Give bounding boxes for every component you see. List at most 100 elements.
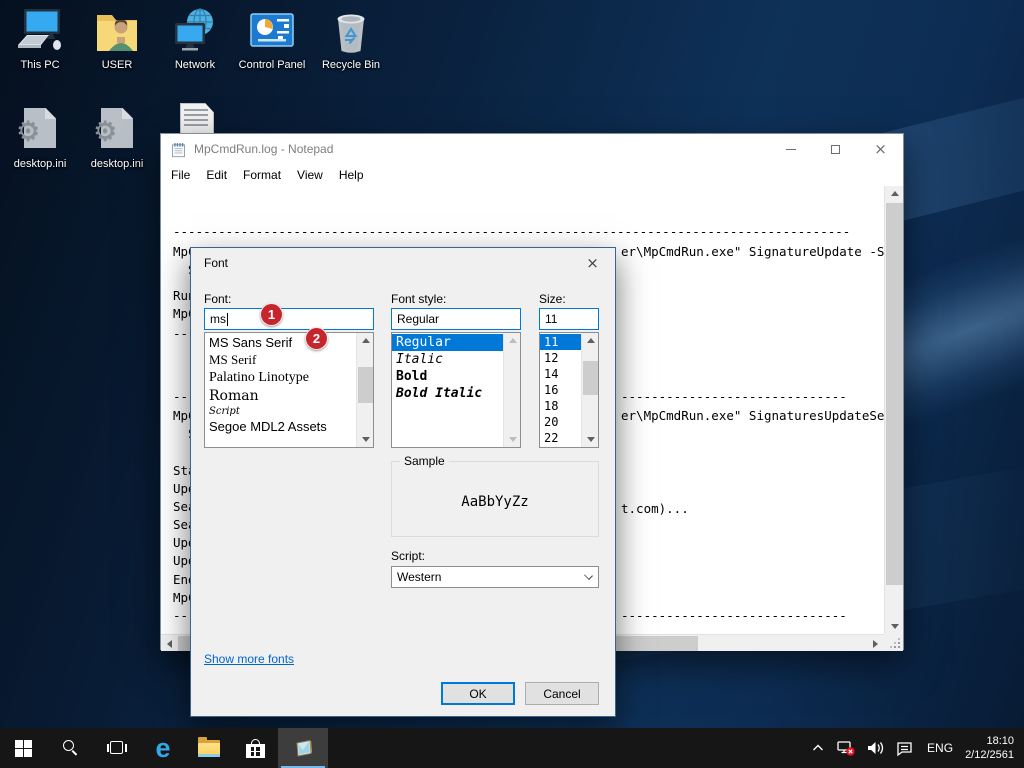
task-view-icon [107, 741, 127, 755]
close-button[interactable]: × [858, 134, 903, 164]
scroll-left-icon[interactable] [161, 636, 178, 651]
font-size-input[interactable]: 11 [539, 308, 599, 330]
search-icon [63, 740, 79, 756]
font-option[interactable]: MS Serif [205, 351, 356, 369]
cancel-button[interactable]: Cancel [525, 682, 599, 705]
store-icon [246, 739, 265, 758]
font-size-option[interactable]: 18 [540, 398, 581, 414]
notepad-titlebar[interactable]: MpCmdRun.log - Notepad × [161, 134, 903, 164]
font-style-list[interactable]: RegularItalicBoldBold Italic [391, 332, 521, 448]
edge-icon: e [155, 735, 170, 762]
menu-file[interactable]: File [163, 165, 198, 185]
text-caret [227, 313, 228, 326]
scrollbar-thumb[interactable] [358, 367, 373, 403]
dialog-close-button[interactable]: × [570, 248, 615, 277]
vertical-scrollbar-thumb[interactable] [886, 203, 903, 585]
size-label: Size: [539, 292, 566, 306]
desktop-icon-this-pc[interactable]: This PC [1, 7, 79, 72]
desktop-icon-label: desktop.ini [1, 158, 79, 171]
font-option[interactable]: MS Sans Serif [205, 334, 356, 351]
maximize-button[interactable] [813, 134, 858, 164]
menu-view[interactable]: View [289, 165, 331, 185]
search-button[interactable] [48, 728, 94, 768]
font-option[interactable]: Roman [205, 387, 356, 405]
task-view-button[interactable] [94, 728, 140, 768]
size-list-scrollbar[interactable] [581, 333, 598, 447]
menu-edit[interactable]: Edit [198, 165, 235, 185]
scroll-up-icon[interactable] [357, 333, 374, 348]
scroll-down-icon [504, 432, 521, 447]
font-dialog-titlebar[interactable]: Font × [191, 248, 615, 278]
scroll-up-icon[interactable] [886, 186, 903, 201]
clock[interactable]: 18:10 2/12/2561 [961, 734, 1024, 762]
scroll-up-icon[interactable] [582, 333, 599, 348]
file-explorer-button[interactable] [186, 728, 232, 768]
font-style-label: Font style: [391, 292, 446, 306]
font-style-option[interactable]: Regular [392, 334, 503, 351]
font-name-input[interactable]: ms [204, 308, 374, 330]
font-size-option[interactable]: 22 [540, 430, 581, 446]
script-dropdown[interactable]: Western [391, 566, 599, 588]
notepad-text-line: ----------------------------------------… [173, 224, 850, 239]
minimize-button[interactable] [768, 134, 813, 164]
scroll-down-icon[interactable] [582, 432, 599, 447]
desktop-icon-label: desktop.ini [78, 158, 156, 171]
notepad-text-line: er\MpCmdRun.exe" SignatureUpdate -S [621, 244, 884, 259]
font-option[interactable]: Palatino Linotype [205, 369, 356, 387]
date: 2/12/2561 [965, 748, 1014, 762]
action-center-icon [895, 740, 914, 757]
maximize-icon [831, 145, 840, 154]
network-icon [169, 7, 221, 55]
network-disconnected-icon [836, 739, 856, 757]
action-center-button[interactable] [890, 728, 919, 768]
notepad-app-icon [291, 736, 315, 760]
font-style-option[interactable]: Bold [392, 368, 503, 385]
desktop: This PC USER [0, 0, 1024, 768]
notepad-text-line: er\MpCmdRun.exe" SignaturesUpdateSe [621, 408, 884, 423]
desktop-icon-label: Network [156, 59, 234, 72]
font-size-list[interactable]: 11121416182022 [539, 332, 599, 448]
tray-expand-button[interactable] [805, 728, 831, 768]
menu-help[interactable]: Help [331, 165, 372, 185]
ini-file-icon: ⚙ [91, 106, 143, 154]
font-option[interactable]: Script [205, 405, 356, 418]
start-button[interactable] [0, 728, 46, 768]
font-list-scrollbar[interactable] [356, 333, 373, 447]
edge-button[interactable]: e [140, 728, 186, 768]
font-size-option[interactable]: 14 [540, 366, 581, 382]
font-size-option[interactable]: 20 [540, 414, 581, 430]
annotation-badge-1: 1 [260, 303, 283, 326]
font-size-option[interactable]: 11 [540, 334, 581, 350]
font-style-option[interactable]: Bold Italic [392, 385, 503, 402]
notepad-taskbar-button[interactable] [278, 728, 328, 768]
language-indicator[interactable]: ENG [919, 728, 961, 768]
resize-grip[interactable] [884, 634, 903, 651]
notepad-app-icon [170, 141, 187, 158]
desktop-icon-label: USER [78, 59, 156, 72]
font-list[interactable]: MS Sans SerifMS SerifPalatino LinotypeRo… [204, 332, 374, 448]
vertical-scrollbar[interactable] [884, 186, 903, 634]
font-style-input[interactable]: Regular [391, 308, 521, 330]
desktop-icon-desktop-ini[interactable]: ⚙ desktop.ini [78, 106, 156, 171]
desktop-icon-network[interactable]: Network [156, 7, 234, 72]
show-more-fonts-link[interactable]: Show more fonts [204, 652, 294, 666]
scroll-right-icon[interactable] [867, 636, 884, 651]
chevron-up-icon [810, 740, 826, 756]
font-size-option[interactable]: 16 [540, 382, 581, 398]
desktop-icon-recycle-bin[interactable]: Recycle Bin [312, 7, 390, 72]
volume-button[interactable] [861, 728, 890, 768]
network-status-button[interactable] [831, 728, 861, 768]
font-option[interactable]: Segoe MDL2 Assets [205, 418, 356, 435]
font-size-option[interactable]: 12 [540, 350, 581, 366]
desktop-icon-desktop-ini[interactable]: ⚙ desktop.ini [1, 106, 79, 171]
menu-format[interactable]: Format [235, 165, 289, 185]
desktop-icon-user[interactable]: USER [78, 7, 156, 72]
scrollbar-thumb[interactable] [583, 361, 598, 395]
desktop-icon-control-panel[interactable]: Control Panel [233, 7, 311, 72]
scroll-down-icon[interactable] [357, 432, 374, 447]
ok-button[interactable]: OK [441, 682, 515, 705]
store-button[interactable] [232, 728, 278, 768]
font-style-option[interactable]: Italic [392, 351, 503, 368]
scroll-down-icon[interactable] [886, 619, 903, 634]
style-list-scrollbar[interactable] [503, 333, 520, 447]
